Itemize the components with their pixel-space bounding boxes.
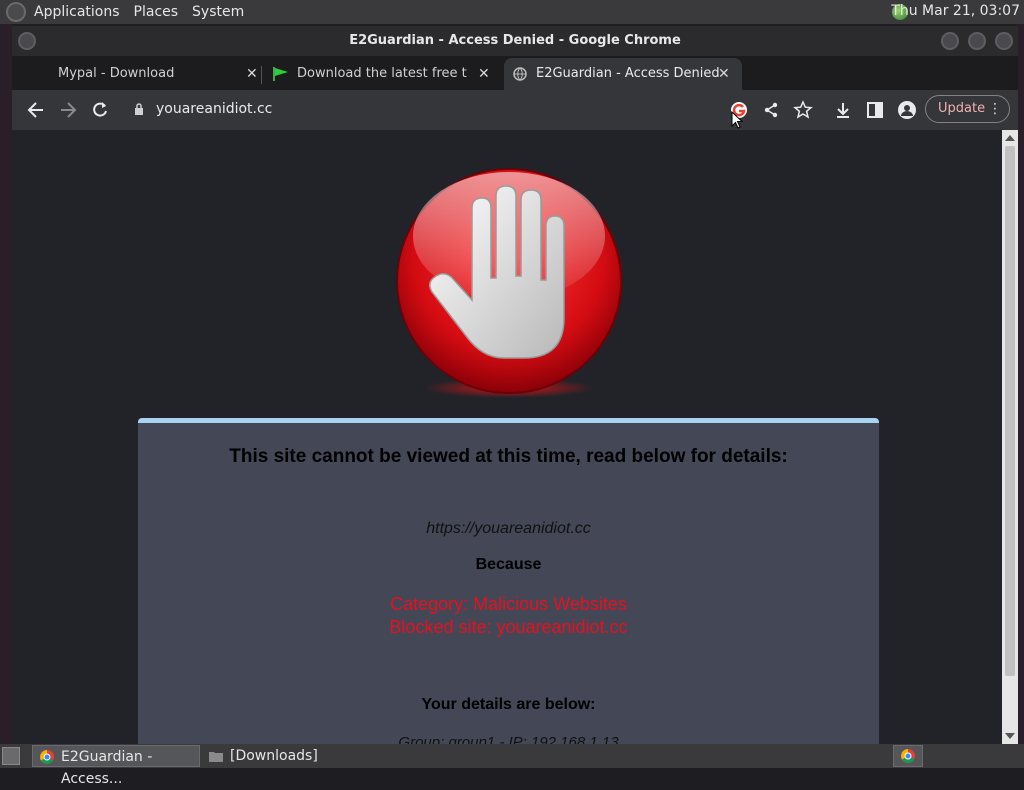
folder-icon [209,752,223,762]
mouse-pointer-icon [731,111,743,129]
taskbar-item-label: E2Guardian - Access... [61,749,153,787]
lock-icon[interactable] [134,103,144,115]
bottom-taskbar: E2Guardian - Access... [Downloads] [0,744,1024,787]
tab-e2guardian[interactable]: E2Guardian - Access Denied ✕ [504,58,742,90]
share-icon[interactable] [761,100,781,120]
forward-arrow-icon[interactable] [58,100,78,120]
close-tab-icon[interactable]: ✕ [246,58,258,90]
tray-chrome-button[interactable] [893,745,923,767]
taskbar-item-downloads[interactable]: [Downloads] [202,745,352,767]
update-label: Update [938,101,986,116]
bookmark-star-icon[interactable] [793,100,813,120]
page-content: This site cannot be viewed at this time,… [12,130,1002,744]
globe-icon [513,67,527,81]
system-top-panel: Applications Places System Thu Mar 21, 0… [0,0,1024,24]
chrome-icon [40,750,54,764]
more-menu-icon[interactable]: ⋮ [988,96,1002,122]
reason-category: Category: Malicious Websites [390,594,627,614]
clock[interactable]: Thu Mar 21, 03:07 [891,3,1020,19]
browser-toolbar: youareanidiot.cc Update ⋮ [12,90,1018,130]
tab-label: Mypal - Download [58,66,175,81]
distro-logo-icon[interactable] [6,2,26,22]
access-denied-card: This site cannot be viewed at this time,… [138,418,879,744]
menu-applications[interactable]: Applications [34,4,120,20]
reason-blocked-site: Blocked site: youareanidiot.cc [389,617,628,637]
tab-label: Download the latest free trial [297,66,467,81]
tab-separator [261,66,262,84]
window-title: E2Guardian - Access Denied - Google Chro… [349,33,681,48]
menu-system[interactable]: System [192,4,244,20]
stop-hand-icon [396,168,622,398]
back-arrow-icon[interactable] [26,100,46,120]
taskbar-item-chrome[interactable]: E2Guardian - Access... [32,745,200,787]
tab-mypal-download[interactable]: Mypal - Download ✕ [20,58,264,90]
scroll-up-arrow-icon[interactable] [1005,135,1015,141]
window-titlebar[interactable]: E2Guardian - Access Denied - Google Chro… [12,26,1018,56]
scrollbar-thumb[interactable] [1005,146,1015,676]
green-flag-icon [273,67,288,81]
minimize-button[interactable] [941,32,959,50]
group-ip-line: Group: group1 - IP: 192.168.1.13 [398,734,619,744]
because-label: Because [475,556,542,573]
blocked-heading: This site cannot be viewed at this time,… [229,446,788,467]
blocked-url: https://youareanidiot.cc [426,520,591,537]
window-menu-icon[interactable] [18,32,36,50]
maximize-button[interactable] [968,32,986,50]
vertical-scrollbar[interactable] [1002,130,1018,744]
menu-places[interactable]: Places [134,4,179,20]
taskbar-item-label: [Downloads] [230,748,318,764]
close-window-button[interactable] [995,32,1013,50]
desktop-edge-left [0,24,12,744]
tab-strip: Mypal - Download ✕ Download the latest f… [12,56,1018,110]
update-button[interactable]: Update ⋮ [925,95,1010,123]
address-bar[interactable]: youareanidiot.cc [156,101,272,117]
close-tab-icon[interactable]: ✕ [718,58,730,90]
chrome-icon [901,749,915,763]
close-tab-icon[interactable]: ✕ [478,58,490,90]
tab-download-latest[interactable]: Download the latest free trial ✕ [266,58,500,90]
browser-window: E2Guardian - Access Denied - Google Chro… [12,26,1018,744]
tab-label: E2Guardian - Access Denied [536,66,720,81]
scroll-down-arrow-icon[interactable] [1005,733,1015,739]
details-heading: Your details are below: [421,696,596,713]
show-desktop-icon[interactable] [2,747,20,765]
profile-avatar-icon[interactable] [897,100,917,120]
download-icon[interactable] [833,100,853,120]
reload-icon[interactable] [90,100,110,120]
side-panel-icon[interactable] [865,100,885,120]
